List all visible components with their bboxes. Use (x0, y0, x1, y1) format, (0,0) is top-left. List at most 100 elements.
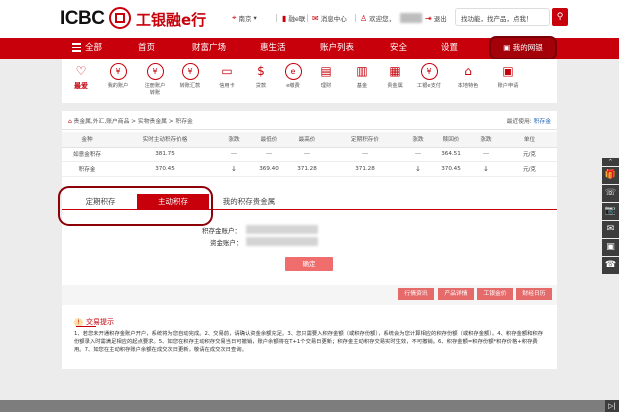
quick-item-precious-metal[interactable]: ▦ 贵金属 (378, 63, 412, 90)
table-cell: 371.28 (326, 161, 404, 177)
column-header: 实时主动积存价格 (112, 132, 218, 148)
location-selector[interactable]: ⌖ 南京 ▾ (232, 13, 257, 23)
quick-item-transfer[interactable]: ¥ 转账汇款 (173, 63, 207, 90)
table-cell: --- (470, 147, 502, 162)
column-header: 赎回价 (432, 132, 470, 148)
home-icon[interactable]: ⌂ (68, 119, 72, 125)
table-cell: 如意金积存 (62, 147, 112, 162)
quick-item-my-account[interactable]: ¥ 我的账户 (101, 63, 135, 90)
fund-account-value-redacted[interactable] (246, 237, 318, 246)
bottom-bar: ▷| (0, 400, 619, 412)
user-welcome[interactable]: ♙ 欢迎您， (360, 13, 423, 23)
tab-my-holdings[interactable]: 我的积存贵金属 (214, 194, 284, 210)
arrow-down-icon: ↓ (404, 161, 432, 177)
search-input[interactable]: 找功能，找产品，点我！ (455, 8, 550, 26)
quick-item-label: 基金 (356, 83, 368, 89)
table-cell: 364.51 (432, 147, 470, 162)
location-pin-icon: ⌖ (232, 13, 237, 22)
logout-label: 退出 (433, 15, 447, 23)
nav-item-all[interactable]: 全部 (72, 38, 102, 59)
nav-item-my-ebank[interactable]: ▣ 我的网银 (489, 36, 557, 60)
customer-service-icon[interactable]: ☎ (602, 257, 619, 274)
quick-item-account-apply[interactable]: ▣ 账户申请 (491, 63, 525, 90)
nav-item-accounts[interactable]: 账户列表 (320, 38, 354, 59)
bar-chart-icon: ▥ (356, 64, 368, 78)
gift-icon[interactable]: 🎁 (602, 167, 619, 184)
message-center-link[interactable]: ✉ 消息中心 (312, 13, 347, 24)
tips-body: 1、若您未开通积存金账户开户，系统将为您自动完成。2、交易前，请确认资金余额充足… (74, 331, 544, 353)
tips-title: 交易提示 (86, 318, 114, 326)
mail-icon[interactable]: ✉ (602, 221, 619, 238)
gold-account-label: 积存金账户： (202, 227, 241, 235)
mail-icon: ✉ (312, 13, 319, 23)
emessenger-link[interactable]: ▮ 融e联 (282, 13, 305, 24)
product-detail-button[interactable]: 产品详情 (438, 288, 474, 300)
brand-name[interactable]: 工银融e行 (136, 9, 206, 30)
nav-item-wealth[interactable]: 财富广场 (192, 38, 226, 59)
highlight-ring (58, 186, 213, 226)
user-icon: ♙ (360, 13, 368, 23)
confirm-button[interactable]: 确定 (285, 257, 333, 271)
collapse-icon[interactable]: ▷| (605, 400, 619, 412)
divider (62, 129, 557, 130)
user-name-redacted (400, 13, 423, 23)
logout-link[interactable]: ⇥ 退出 (425, 13, 447, 24)
quick-item-local[interactable]: ⌂ 本地特色 (451, 63, 485, 90)
search-icon[interactable]: ⚲ (552, 8, 568, 26)
pay-icon: ¥ (420, 63, 438, 80)
divider (276, 14, 277, 22)
breadcrumb: ⌂ 贵金属,外汇,账户商品 > 实物贵金属 > 积存金 (68, 116, 193, 125)
scroll-top-icon[interactable]: ^ (602, 158, 619, 166)
arrow-down-icon: ↓ (470, 161, 502, 177)
table-cell: 370.45 (432, 161, 470, 177)
arrow-down-icon: ↓ (218, 161, 250, 177)
quick-item-epay-bills[interactable]: e e缴费 (276, 63, 310, 90)
recent-used: 最近使用: 积存金 (507, 116, 551, 125)
quick-item-wealth-mgmt[interactable]: ▤ 理财 (309, 63, 343, 90)
side-toolbar: ^ 🎁 ☏ 📷 ✉ ▣ ☎ (602, 158, 619, 275)
nav-item-life[interactable]: 惠生活 (260, 38, 286, 59)
icbc-logo-text[interactable]: ICBC (60, 8, 105, 30)
icbc-logo-icon[interactable] (109, 7, 131, 29)
table-cell: --- (250, 147, 288, 162)
money-bag-icon: $ (257, 64, 265, 78)
table-row[interactable]: 积存金 370.45 ↓ 369.40 371.28 371.28 ↓ 370.… (62, 161, 557, 177)
quick-item-icbc-epay[interactable]: ¥ 工银e支付 (412, 63, 446, 90)
table-cell: --- (218, 147, 250, 162)
building-icon: ⌂ (464, 64, 472, 78)
quick-item-credit-card[interactable]: ▭ 信用卡 (210, 63, 244, 90)
quick-item-loan[interactable]: $ 贷款 (244, 63, 278, 90)
gold-bars-icon: ▦ (389, 64, 401, 78)
market-info-button[interactable]: 行情资讯 (398, 288, 434, 300)
divider (307, 14, 308, 22)
yuan-circle-icon: ¥ (109, 63, 127, 80)
breadcrumb-path[interactable]: 贵金属,外汇,账户商品 > 实物贵金属 > 积存金 (74, 119, 193, 125)
table-row[interactable]: 如意金积存 381.75 --- --- --- --- --- 364.51 … (62, 147, 557, 162)
recent-label: 最近使用: (506, 119, 532, 125)
quick-item-favorites[interactable]: ♡ 最爱 (64, 63, 98, 90)
quick-item-fund[interactable]: ▥ 基金 (345, 63, 379, 90)
quick-item-registered-transfer[interactable]: ¥ 注册账户转账 (138, 63, 172, 96)
camera-icon[interactable]: 📷 (602, 203, 619, 220)
drop-icon: e (284, 63, 302, 80)
nav-item-security[interactable]: 安全 (390, 38, 407, 59)
phone-icon[interactable]: ☏ (602, 185, 619, 202)
quick-item-label: e缴费 (286, 83, 300, 89)
quick-item-label: 贵金属 (387, 83, 403, 89)
quick-item-label: 工银e支付 (417, 83, 441, 89)
location-label: 南京 (238, 15, 252, 23)
table-cell: --- (326, 147, 404, 162)
gold-account-value-redacted (246, 225, 318, 234)
finance-calendar-button[interactable]: 财经日历 (516, 288, 552, 300)
qr-code-icon[interactable]: ▣ (602, 239, 619, 256)
quick-item-label: 账户申请 (497, 83, 519, 89)
nav-item-home[interactable]: 首页 (138, 38, 155, 59)
quick-item-label: 转账汇款 (179, 83, 201, 89)
form-icon: ▣ (502, 64, 514, 78)
top-header: ICBC 工银融e行 ⌖ 南京 ▾ ▮ 融e联 ✉ 消息中心 ♙ 欢迎您， ⇥ … (0, 0, 619, 38)
icbc-gold-price-button[interactable]: 工银金价 (477, 288, 513, 300)
nav-item-settings[interactable]: 设置 (441, 38, 458, 59)
recent-link[interactable]: 积存金 (534, 119, 551, 125)
table-cell: --- (404, 147, 432, 162)
yuan-circle-icon: ¥ (181, 63, 199, 80)
